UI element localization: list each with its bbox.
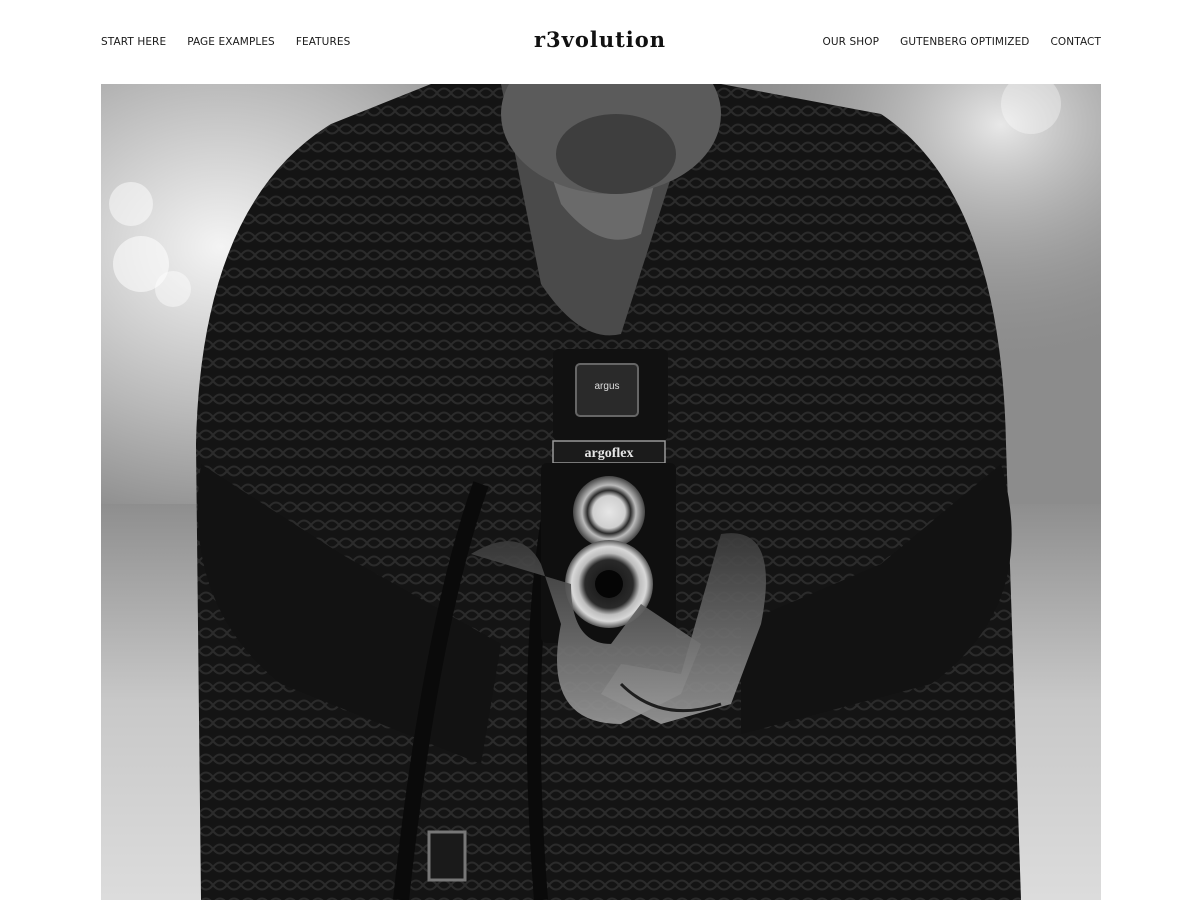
- camera-brand-text: argoflex: [585, 446, 634, 461]
- site-logo-text[interactable]: r3volution: [534, 27, 666, 52]
- primary-nav-right: OUR SHOP GUTENBERG OPTIMIZED CONTACT: [823, 36, 1101, 49]
- nav-contact[interactable]: CONTACT: [1051, 36, 1102, 49]
- nav-our-shop[interactable]: OUR SHOP: [823, 36, 880, 49]
- camera-badge-text: argus: [594, 381, 619, 392]
- nav-gutenberg-optimized[interactable]: GUTENBERG OPTIMIZED: [900, 36, 1029, 49]
- hero-photo-illustration: argus argoflex: [101, 84, 1101, 900]
- hero-image: argus argoflex: [101, 84, 1101, 900]
- site-header: START HERE PAGE EXAMPLES FEATURES r3volu…: [0, 0, 1200, 84]
